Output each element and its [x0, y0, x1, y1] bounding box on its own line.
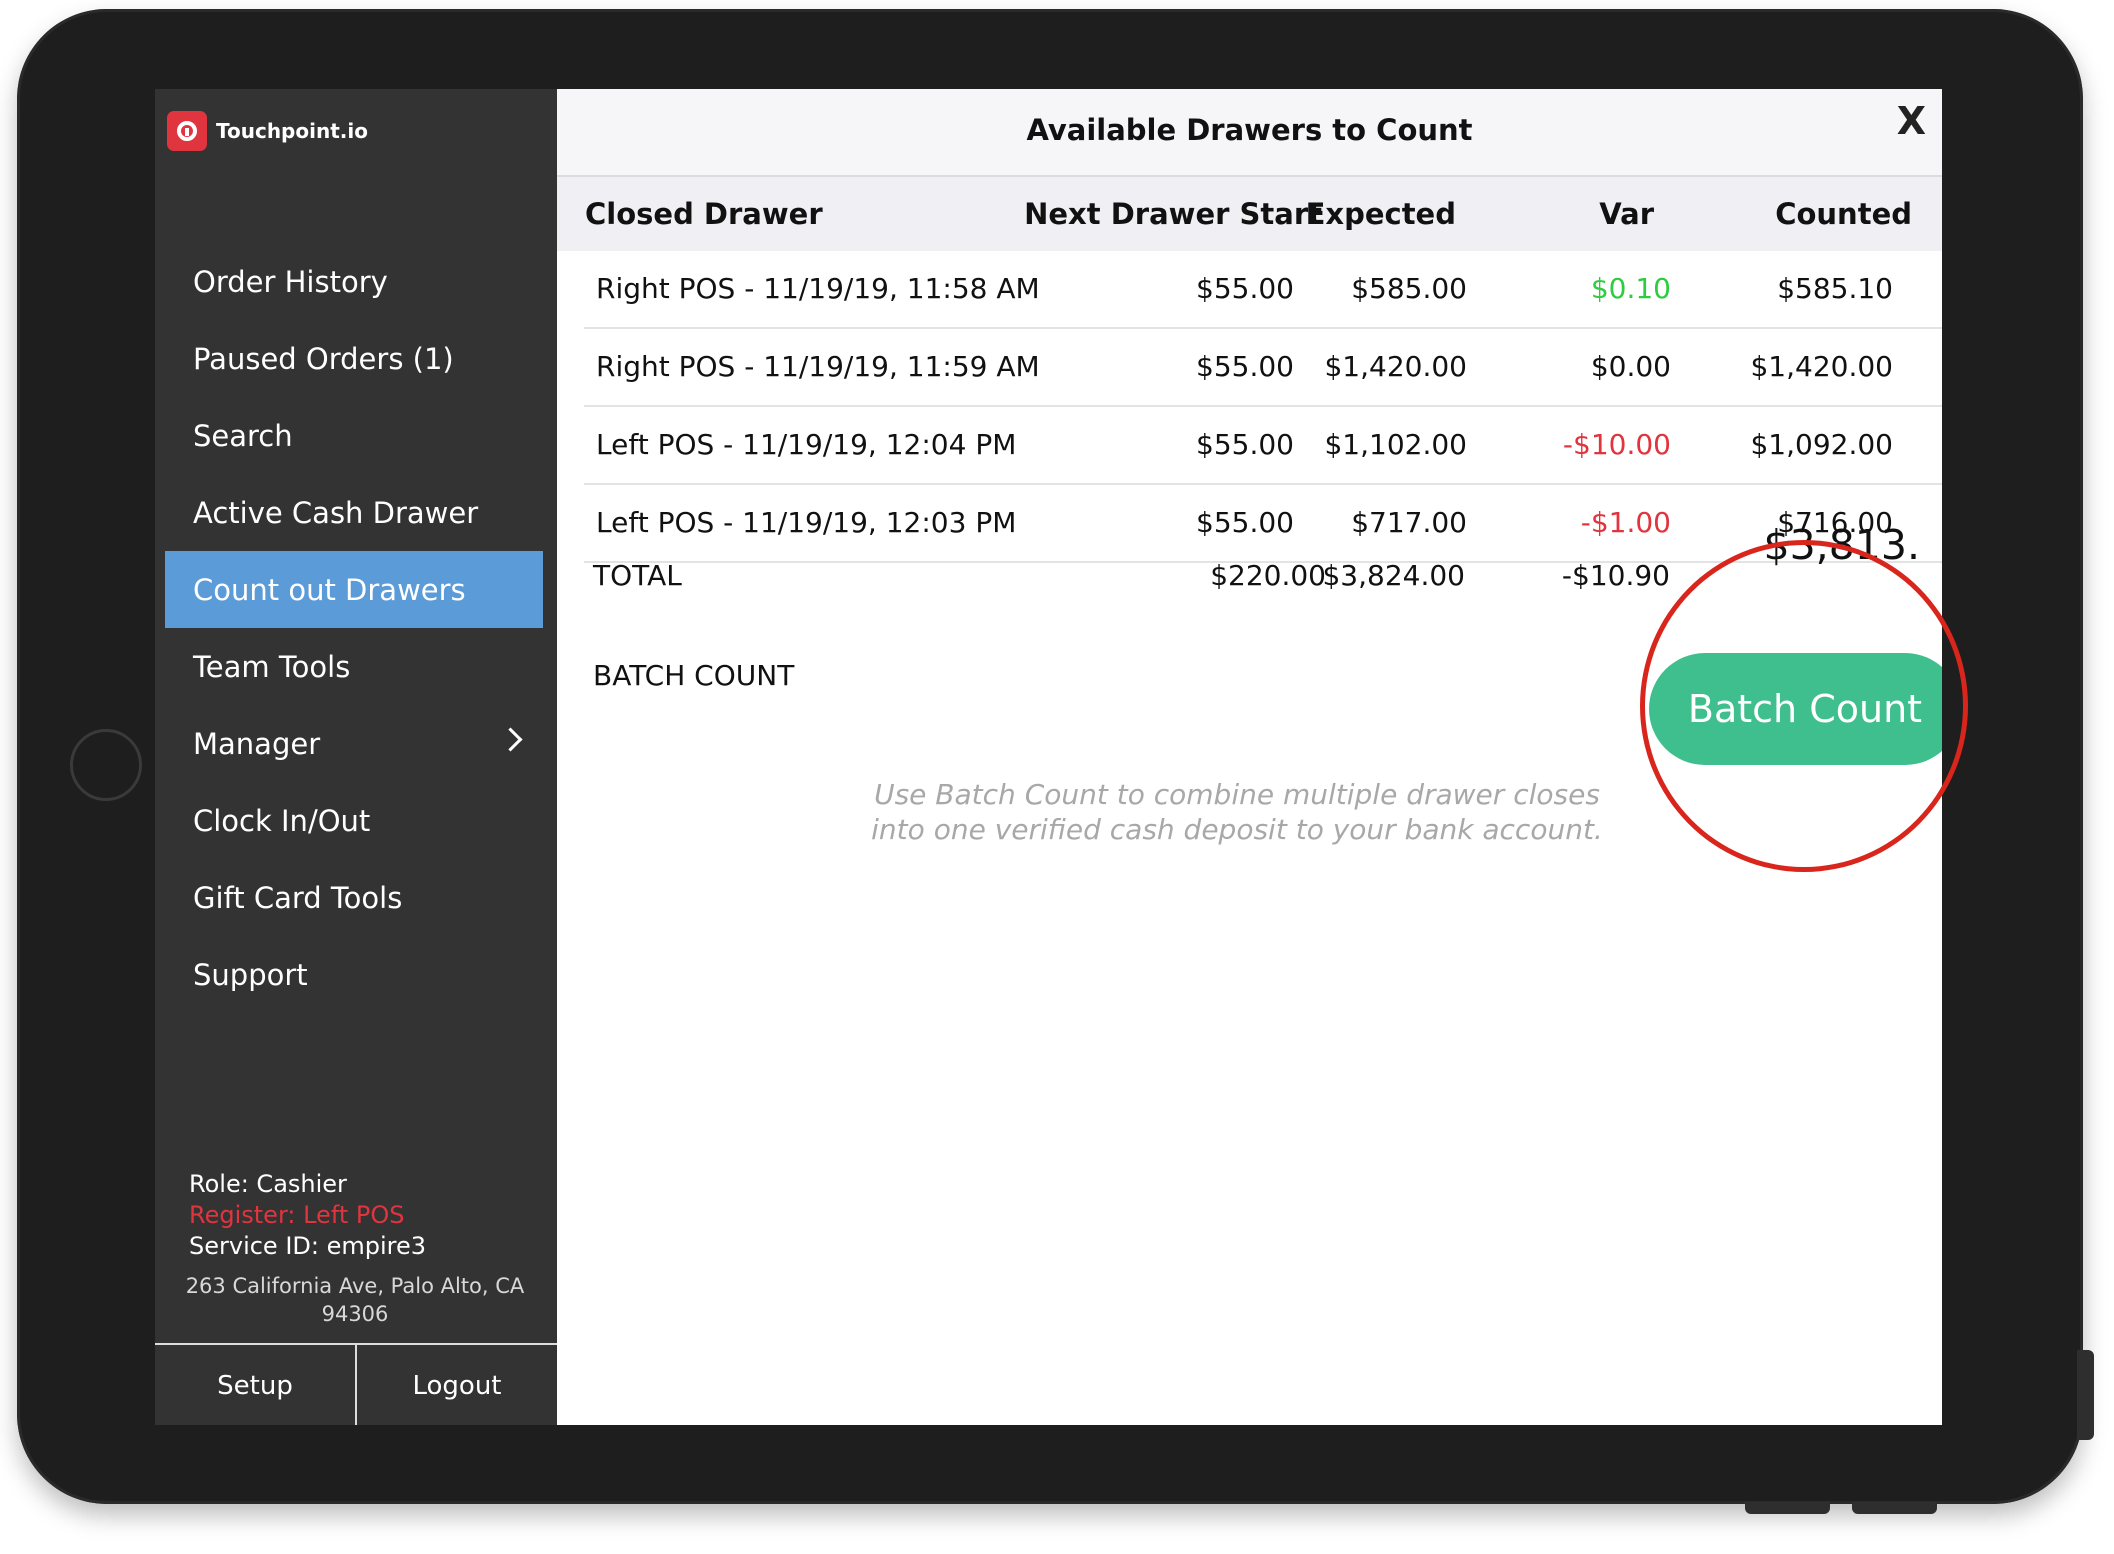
- sidebar-item-manager[interactable]: Manager: [165, 705, 543, 782]
- total-counted: $3,813.: [1763, 521, 1921, 569]
- sidebar-item-search[interactable]: Search: [165, 397, 543, 474]
- batch-count-label: BATCH COUNT: [593, 659, 795, 692]
- next-start-value: $55.00: [1196, 428, 1294, 461]
- modal-title: Available Drawers to Count: [1026, 113, 1473, 147]
- screen: Touchpoint.io Order History Paused Order…: [155, 89, 1942, 1425]
- total-next-start: $220.00: [1210, 559, 1326, 592]
- total-variance: -$10.90: [1561, 559, 1670, 592]
- drawers-modal: Available Drawers to Count X Closed Draw…: [557, 89, 1942, 1425]
- close-button[interactable]: X: [1897, 99, 1926, 143]
- column-header: Expected: [1305, 197, 1456, 231]
- batch-count-button[interactable]: Batch Count: [1649, 653, 1942, 765]
- sidebar-item-count-out-drawers[interactable]: Count out Drawers: [165, 551, 543, 628]
- sidebar-footer: Setup Logout: [155, 1343, 557, 1425]
- sidebar-item-label: Team Tools: [193, 649, 351, 684]
- sidebar-item-gift-card-tools[interactable]: Gift Card Tools: [165, 859, 543, 936]
- variance-value: $0.10: [1590, 272, 1671, 305]
- side-button: [2077, 1350, 2094, 1440]
- column-header: Var: [1599, 197, 1654, 231]
- total-expected: $3,824.00: [1322, 559, 1465, 592]
- sidebar-item-paused-orders[interactable]: Paused Orders (1): [165, 320, 543, 397]
- next-start-value: $55.00: [1196, 272, 1294, 305]
- next-start-value: $55.00: [1196, 350, 1294, 383]
- sidebar-item-order-history[interactable]: Order History: [165, 243, 543, 320]
- sidebar-item-clock-in-out[interactable]: Clock In/Out: [165, 782, 543, 859]
- sidebar-item-support[interactable]: Support: [165, 936, 543, 1013]
- setup-button[interactable]: Setup: [155, 1345, 355, 1425]
- session-info: Role: Cashier Register: Left POS Service…: [189, 1169, 539, 1262]
- total-row: TOTAL $220.00 $3,824.00 -$10.90 $3,813.: [557, 521, 1942, 619]
- counted-value: $1,420.00: [1750, 350, 1893, 383]
- column-header: Closed Drawer: [585, 197, 823, 231]
- app-name: Touchpoint.io: [216, 119, 368, 143]
- drawer-name: Left POS - 11/19/19, 12:04 PM: [596, 428, 1017, 461]
- variance-value: -$1.00: [1580, 506, 1671, 539]
- counted-value: $585.10: [1777, 272, 1893, 305]
- table-row[interactable]: Right POS - 11/19/19, 11:58 AM $55.00 $5…: [584, 251, 1942, 329]
- touchpoint-logo-icon: [167, 111, 207, 151]
- drawer-name: Right POS - 11/19/19, 11:59 AM: [596, 350, 1040, 383]
- role-label: Role: Cashier: [189, 1170, 347, 1198]
- sidebar-item-active-cash-drawer[interactable]: Active Cash Drawer: [165, 474, 543, 551]
- volume-button: [1745, 1502, 1830, 1514]
- column-header: Counted: [1775, 197, 1912, 231]
- sidebar-item-label: Order History: [193, 264, 388, 299]
- sidebar-item-label: Active Cash Drawer: [193, 495, 479, 530]
- store-address: 263 California Ave, Palo Alto, CA 94306: [185, 1274, 525, 1326]
- modal-header: Available Drawers to Count X: [557, 89, 1942, 177]
- sidebar-item-label: Paused Orders (1): [193, 341, 454, 376]
- counted-value: $1,092.00: [1750, 428, 1893, 461]
- table-row[interactable]: Right POS - 11/19/19, 11:59 AM $55.00 $1…: [584, 329, 1942, 407]
- sidebar-item-label: Count out Drawers: [193, 572, 466, 607]
- sidebar-item-label: Clock In/Out: [193, 803, 371, 838]
- chevron-right-icon: [498, 727, 523, 752]
- next-start-value: $55.00: [1196, 506, 1294, 539]
- variance-value: $0.00: [1590, 350, 1671, 383]
- expected-value: $585.00: [1351, 272, 1467, 305]
- logout-button[interactable]: Logout: [355, 1345, 557, 1425]
- sidebar-item-team-tools[interactable]: Team Tools: [165, 628, 543, 705]
- batch-count-hint: Use Batch Count to combine multiple draw…: [871, 778, 1603, 846]
- service-id-label: Service ID: empire3: [189, 1232, 427, 1260]
- drawer-name: Right POS - 11/19/19, 11:58 AM: [596, 272, 1040, 305]
- register-label: Register: Left POS: [189, 1201, 405, 1229]
- volume-button: [1852, 1502, 1937, 1514]
- total-label: TOTAL: [593, 559, 682, 592]
- home-button[interactable]: [70, 729, 142, 801]
- sidebar-nav: Order History Paused Orders (1) Search A…: [165, 243, 543, 1013]
- table-row[interactable]: Left POS - 11/19/19, 12:04 PM $55.00 $1,…: [584, 407, 1942, 485]
- table-header: Closed Drawer Next Drawer Start Expected…: [557, 177, 1942, 251]
- expected-value: $1,420.00: [1324, 350, 1467, 383]
- drawer-name: Left POS - 11/19/19, 12:03 PM: [596, 506, 1017, 539]
- sidebar-item-label: Manager: [193, 726, 321, 761]
- drawer-table: Right POS - 11/19/19, 11:58 AM $55.00 $5…: [584, 251, 1942, 563]
- sidebar-item-label: Support: [193, 957, 308, 992]
- expected-value: $717.00: [1351, 506, 1467, 539]
- sidebar: Touchpoint.io Order History Paused Order…: [155, 89, 557, 1425]
- variance-value: -$10.00: [1562, 428, 1671, 461]
- app-logo: Touchpoint.io: [167, 111, 368, 151]
- sidebar-item-label: Search: [193, 418, 293, 453]
- sidebar-item-label: Gift Card Tools: [193, 880, 403, 915]
- expected-value: $1,102.00: [1324, 428, 1467, 461]
- column-header: Next Drawer Start: [1024, 197, 1322, 231]
- table-row[interactable]: Left POS - 11/19/19, 12:03 PM $55.00 $71…: [584, 485, 1942, 563]
